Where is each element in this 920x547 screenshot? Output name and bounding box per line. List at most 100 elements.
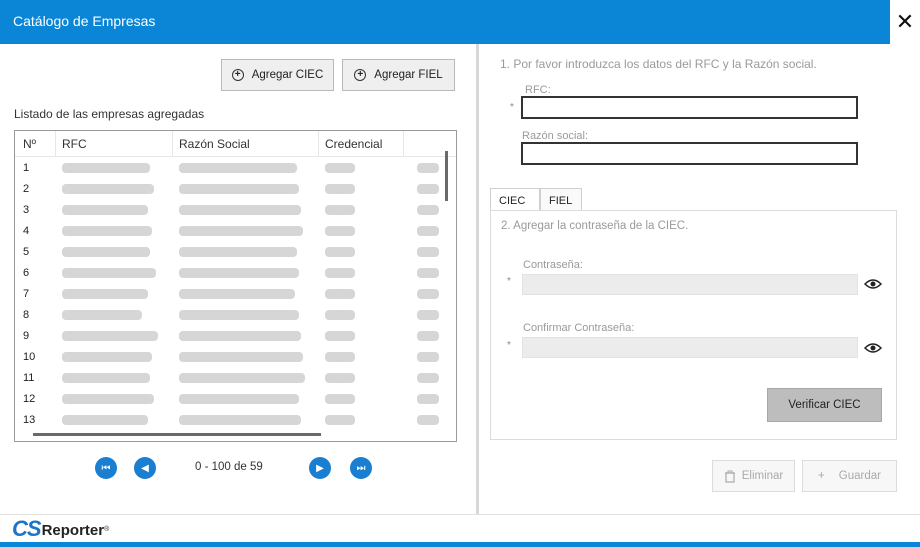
table-row[interactable]: 10 — [15, 347, 445, 368]
table-row[interactable]: 6 — [15, 263, 445, 284]
redacted-credencial — [325, 226, 355, 236]
redacted-razon-social — [179, 184, 299, 194]
redacted-credencial — [325, 268, 355, 278]
row-number: 9 — [23, 330, 30, 342]
redacted-razon-social — [179, 373, 305, 383]
redacted-extra — [417, 247, 439, 257]
next-icon: ▶ — [316, 462, 324, 474]
tab-ciec[interactable]: CIEC — [490, 188, 540, 212]
plus-circle-icon: + — [231, 69, 244, 81]
password-input[interactable] — [522, 274, 858, 295]
logo-reporter: Reporter — [41, 522, 105, 539]
column-header-number[interactable]: Nº — [23, 137, 36, 151]
redacted-credencial — [325, 415, 355, 425]
add-ciec-button[interactable]: + Agregar CIEC — [221, 59, 334, 91]
redacted-credencial — [325, 289, 355, 299]
step2-instructions: 2. Agregar la contraseña de la CIEC. — [501, 220, 689, 232]
vertical-scrollbar[interactable] — [445, 151, 448, 201]
table-row[interactable]: 11 — [15, 368, 445, 389]
add-ciec-label: Agregar CIEC — [251, 69, 324, 81]
redacted-rfc — [62, 352, 152, 362]
row-number: 2 — [23, 183, 30, 195]
redacted-rfc — [62, 247, 150, 257]
razon-social-input[interactable] — [521, 142, 858, 165]
row-number: 7 — [23, 288, 30, 300]
save-button[interactable]: + Guardar — [802, 460, 897, 492]
table-row[interactable]: 7 — [15, 284, 445, 305]
column-header-rfc[interactable]: RFC — [62, 137, 87, 151]
redacted-razon-social — [179, 394, 299, 404]
redacted-credencial — [325, 394, 355, 404]
column-header-razon-social[interactable]: Razón Social — [179, 137, 250, 151]
redacted-extra — [417, 310, 439, 320]
rfc-input[interactable] — [521, 96, 858, 119]
redacted-razon-social — [179, 268, 299, 278]
show-password-icon[interactable] — [864, 278, 882, 290]
table-row[interactable]: 13 — [15, 410, 445, 431]
table-row[interactable]: 1 — [15, 158, 445, 179]
redacted-credencial — [325, 205, 355, 215]
redacted-rfc — [62, 184, 154, 194]
row-number: 4 — [23, 225, 30, 237]
redacted-credencial — [325, 184, 355, 194]
redacted-rfc — [62, 205, 148, 215]
tab-fiel[interactable]: FIEL — [540, 188, 582, 212]
previous-page-button[interactable]: ◀ — [134, 457, 156, 479]
row-number: 8 — [23, 309, 30, 321]
logo-cs: CS — [12, 516, 42, 541]
step1-instructions: 1. Por favor introduzca los datos del RF… — [500, 57, 817, 71]
table-row[interactable]: 4 — [15, 221, 445, 242]
redacted-extra — [417, 184, 439, 194]
window-title: Catálogo de Empresas — [13, 13, 156, 29]
table-row[interactable]: 2 — [15, 179, 445, 200]
previous-icon: ◀ — [141, 462, 149, 474]
list-title: Listado de las empresas agregadas — [14, 107, 205, 121]
panel-divider — [476, 44, 479, 514]
column-header-credencial[interactable]: Credencial — [325, 137, 382, 151]
column-separator — [318, 131, 319, 157]
table-row[interactable]: 9 — [15, 326, 445, 347]
delete-button[interactable]: Eliminar — [712, 460, 795, 492]
redacted-rfc — [62, 310, 142, 320]
add-fiel-button[interactable]: + Agregar FIEL — [342, 59, 455, 91]
last-page-button[interactable]: ⏭ — [350, 457, 372, 479]
verify-ciec-button[interactable]: Verificar CIEC — [767, 388, 882, 422]
last-page-icon: ⏭ — [356, 462, 366, 474]
redacted-rfc — [62, 394, 154, 404]
redacted-extra — [417, 163, 439, 173]
pagination-text: 0 - 100 de 59 — [195, 461, 263, 473]
rfc-label: RFC: — [525, 84, 551, 96]
redacted-razon-social — [179, 415, 301, 425]
required-mark: * — [510, 102, 514, 113]
column-separator — [403, 131, 404, 157]
close-button[interactable]: ✕ — [890, 0, 920, 44]
table-row[interactable]: 5 — [15, 242, 445, 263]
first-page-button[interactable]: ⏮ — [95, 457, 117, 479]
required-mark: * — [507, 276, 511, 287]
confirm-password-label: Confirmar Contraseña: — [523, 322, 635, 334]
redacted-rfc — [62, 331, 158, 341]
column-separator — [172, 131, 173, 157]
next-page-button[interactable]: ▶ — [309, 457, 331, 479]
footer-accent-bar — [0, 542, 920, 547]
confirm-password-input[interactable] — [522, 337, 858, 358]
trash-icon — [724, 470, 735, 483]
redacted-extra — [417, 331, 439, 341]
row-number: 12 — [23, 393, 36, 405]
redacted-razon-social — [179, 205, 301, 215]
redacted-rfc — [62, 415, 148, 425]
redacted-extra — [417, 352, 439, 362]
first-page-icon: ⏮ — [101, 462, 111, 474]
redacted-rfc — [62, 268, 156, 278]
table-row[interactable]: 8 — [15, 305, 445, 326]
redacted-razon-social — [179, 310, 299, 320]
show-confirm-password-icon[interactable] — [864, 342, 882, 354]
row-number: 1 — [23, 162, 30, 174]
plus-circle-icon: + — [818, 470, 825, 482]
required-mark: * — [507, 340, 511, 351]
save-label: Guardar — [838, 470, 881, 482]
horizontal-scrollbar[interactable] — [33, 433, 321, 436]
table-row[interactable]: 3 — [15, 200, 445, 221]
table-row[interactable]: 12 — [15, 389, 445, 410]
redacted-credencial — [325, 310, 355, 320]
